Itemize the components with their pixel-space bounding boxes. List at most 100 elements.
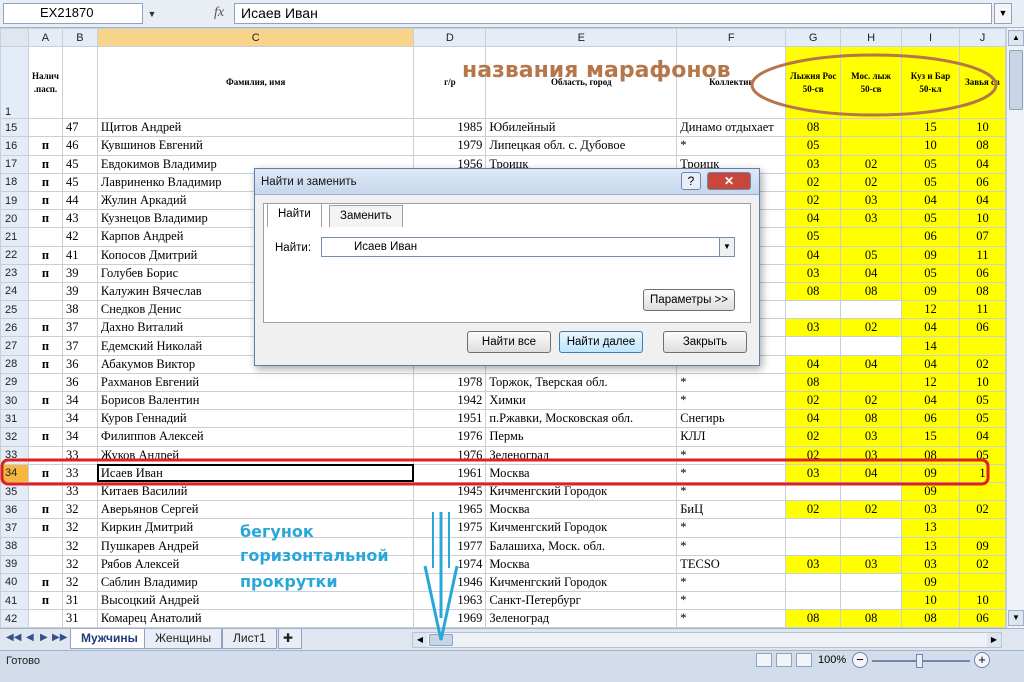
cell-marathon-g[interactable] [785,591,842,611]
cell-team[interactable]: * [676,372,787,393]
cell-marathon-h[interactable]: 02 [840,172,903,192]
column-header-b[interactable]: B [61,28,98,48]
cell-marathon-j[interactable]: 10 [958,372,1006,393]
cell-marathon-j[interactable]: 08 [958,136,1006,156]
prev-sheet-icon[interactable]: ◀ [26,632,34,643]
row-header[interactable]: 41 [0,591,29,611]
cell-marathon-g[interactable]: 08 [785,372,842,393]
row-header[interactable]: 34 [0,463,29,483]
cell-team[interactable]: Динамо отдыхает [676,118,787,138]
cell-points[interactable]: 32 [61,572,98,593]
cell-passport[interactable] [27,554,63,574]
cell-city[interactable]: Кичменгский Городок [485,518,678,538]
cell-marathon-h[interactable] [840,227,903,247]
row-header[interactable]: 27 [0,336,29,356]
cell-points[interactable]: 45 [61,172,98,192]
cell-marathon-i[interactable]: 13 [901,518,960,538]
row-header[interactable]: 40 [0,572,29,593]
cell-passport[interactable] [27,536,63,556]
cell-marathon-h[interactable]: 02 [840,390,903,411]
cell-name[interactable]: Рахманов Евгений [96,372,415,393]
row-header[interactable]: 16 [0,136,29,156]
cell-marathon-g[interactable]: 05 [785,227,842,247]
close-icon[interactable]: ✕ [707,172,751,190]
cell-points[interactable]: 44 [61,190,98,211]
cell-marathon-h[interactable]: 03 [840,209,903,229]
cell-marathon-j[interactable]: 04 [958,154,1006,174]
cell-marathon-i[interactable]: 10 [901,591,960,611]
cell-year[interactable]: 1974 [413,554,487,574]
tab-find[interactable]: Найти [267,203,322,227]
cell-team[interactable]: * [676,463,787,483]
cell-marathon-j[interactable]: 06 [958,263,1006,283]
cell-team[interactable]: Снегирь [676,409,787,429]
find-input[interactable]: Исаев Иван [321,237,721,257]
cell-marathon-j[interactable]: 06 [958,172,1006,192]
scroll-down-icon[interactable]: ▼ [1008,610,1024,626]
cell-city[interactable]: п.Ржавки, Московская обл. [485,409,678,429]
cell-passport[interactable] [27,409,63,429]
row-header[interactable]: 1 [0,46,29,120]
cell-passport[interactable]: п [27,500,63,520]
cell-marathon-h[interactable]: 04 [840,354,903,374]
cell-passport[interactable]: п [27,172,63,192]
cell-city[interactable]: Юбилейный [485,118,678,138]
cell-name[interactable]: Филиппов Алексей [96,427,415,447]
cell-marathon-g[interactable]: 03 [785,263,842,283]
row-header[interactable]: 28 [0,354,29,374]
cell-marathon-j[interactable]: 11 [958,245,1006,265]
cell-passport[interactable]: п [27,209,63,229]
vertical-scroll-thumb[interactable] [1009,50,1023,110]
cell-passport[interactable]: п [27,390,63,411]
cell-marathon-h[interactable]: 02 [840,318,903,338]
cell-passport[interactable]: п [27,318,63,338]
row-header[interactable]: 24 [0,281,29,302]
cell-team[interactable]: * [676,609,787,628]
chevron-down-icon[interactable]: ▼ [719,237,735,257]
cell-passport[interactable] [27,227,63,247]
cell-marathon-j[interactable]: 04 [958,190,1006,211]
cell-points[interactable]: 37 [61,318,98,338]
column-header-d[interactable]: D [413,28,487,48]
cell-city[interactable]: Зеленоград [485,609,678,628]
cell-marathon-g[interactable]: 02 [785,445,842,465]
cell-passport[interactable] [27,372,63,393]
chevron-down-icon[interactable]: ▼ [146,5,158,23]
cell-passport[interactable]: п [27,245,63,265]
cell-team[interactable]: * [676,481,787,502]
find-all-button[interactable]: Найти все [467,331,551,353]
cell-passport[interactable]: п [27,190,63,211]
cell-year[interactable]: 1976 [413,445,487,465]
cell-marathon-i[interactable]: 05 [901,154,960,174]
cell-marathon-g[interactable]: 03 [785,463,842,483]
cell-marathon-g[interactable]: 04 [785,354,842,374]
cell-marathon-i[interactable]: 04 [901,190,960,211]
cell-name[interactable]: Аверьянов Сергей [96,500,415,520]
cell-name[interactable]: Жуков Андрей [96,445,415,465]
cell-marathon-i[interactable]: 08 [901,609,960,628]
scroll-right-icon[interactable]: ▶ [987,633,1001,647]
cell-marathon-g[interactable]: 02 [785,427,842,447]
cell-passport[interactable]: п [27,591,63,611]
cell-city[interactable]: Химки [485,390,678,411]
cell-marathon-j[interactable]: 08 [958,281,1006,302]
cell-marathon-g[interactable] [785,336,842,356]
cell-marathon-i[interactable]: 13 [901,536,960,556]
cell-city[interactable]: Липецкая обл. с. Дубовое [485,136,678,156]
row-header[interactable]: 21 [0,227,29,247]
row-header[interactable]: 26 [0,318,29,338]
cell-marathon-i[interactable]: 09 [901,281,960,302]
cell-name[interactable]: Китаев Василий [96,481,415,502]
zoom-slider-thumb[interactable] [916,654,923,668]
cell-marathon-i[interactable]: 12 [901,372,960,393]
cell-marathon-h[interactable]: 08 [840,409,903,429]
row-header[interactable]: 30 [0,390,29,411]
cell-city[interactable]: Пермь [485,427,678,447]
cell-points[interactable]: 33 [61,445,98,465]
row-header[interactable]: 33 [0,445,29,465]
cell-marathon-i[interactable]: 09 [901,245,960,265]
row-header[interactable]: 23 [0,263,29,283]
cell-city[interactable]: Москва [485,554,678,574]
row-header[interactable]: 38 [0,536,29,556]
row-header[interactable]: 25 [0,300,29,320]
